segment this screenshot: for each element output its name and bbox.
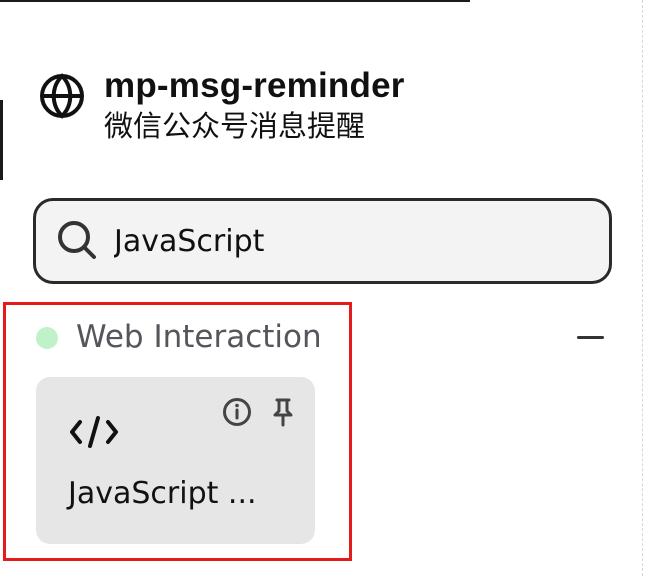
search-input[interactable] xyxy=(114,223,574,259)
card-title: JavaScript ... xyxy=(68,476,257,511)
pin-icon[interactable] xyxy=(270,397,296,427)
app-panel: mp-msg-reminder 微信公众号消息提醒 Web Interactio… xyxy=(0,0,646,576)
right-divider xyxy=(642,0,643,576)
collapse-section-button[interactable] xyxy=(573,322,607,352)
top-border xyxy=(0,0,470,2)
javascript-card[interactable]: JavaScript ... xyxy=(36,377,315,544)
section-status-dot xyxy=(36,327,58,349)
info-icon[interactable] xyxy=(222,397,252,427)
code-icon xyxy=(70,416,118,448)
app-subtitle: 微信公众号消息提醒 xyxy=(104,109,366,143)
section-title: Web Interaction xyxy=(76,319,322,355)
search-icon xyxy=(58,221,96,259)
left-edge-accent xyxy=(0,100,3,180)
app-header: mp-msg-reminder 微信公众号消息提醒 xyxy=(38,68,405,141)
search-box[interactable] xyxy=(33,198,612,284)
app-title: mp-msg-reminder xyxy=(104,66,405,105)
globe-icon xyxy=(40,73,84,119)
minus-icon xyxy=(576,335,604,339)
title-group: mp-msg-reminder 微信公众号消息提醒 xyxy=(104,68,405,141)
